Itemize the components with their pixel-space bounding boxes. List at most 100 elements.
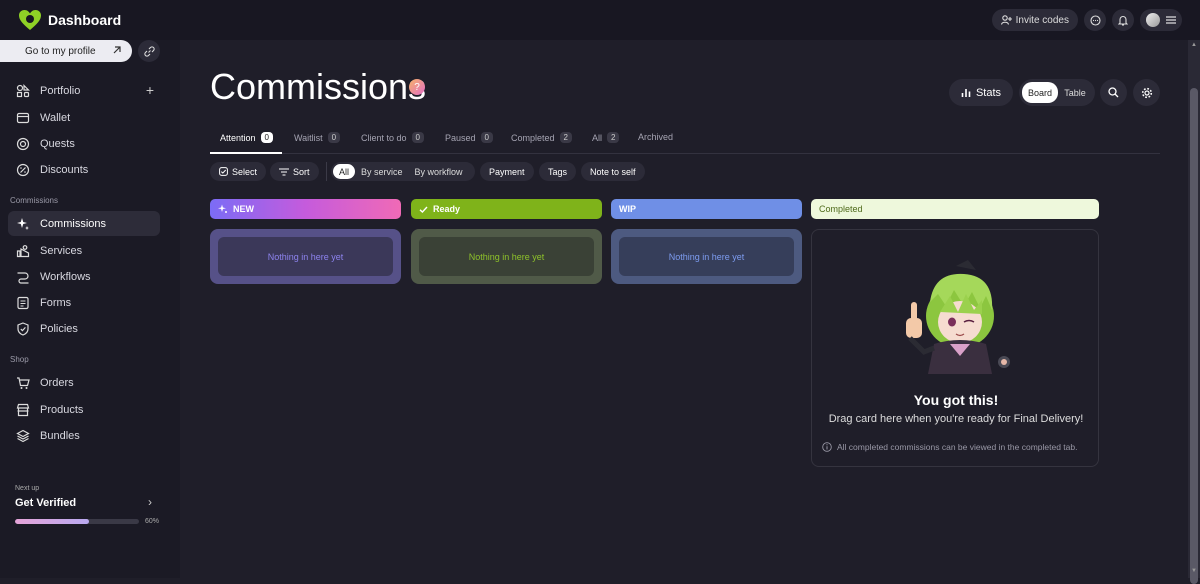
sidebar-item-label: Services <box>40 244 83 257</box>
layers-icon <box>16 429 30 443</box>
page-scrollbar[interactable] <box>1188 40 1200 584</box>
tab-count: 0 <box>411 132 424 143</box>
tab-client-to-do[interactable]: Client to do 0 <box>361 132 424 143</box>
sidebar-item-label: Portfolio <box>40 84 81 97</box>
column-title: Completed <box>819 204 863 214</box>
tab-completed[interactable]: Completed 2 <box>511 132 572 143</box>
bar-chart-icon <box>961 88 971 97</box>
go-to-profile-label: Go to my profile <box>25 45 96 57</box>
stats-button[interactable]: Stats <box>949 79 1013 106</box>
completed-drop-zone[interactable]: You got this! Drag card here when you're… <box>811 229 1099 467</box>
sidebar-item-wallet[interactable]: Wallet <box>8 105 160 130</box>
empty-state: Nothing in here yet <box>419 237 594 276</box>
messages-button[interactable] <box>1084 9 1106 31</box>
invite-codes-button[interactable]: Invite codes <box>991 9 1078 31</box>
notifications-button[interactable] <box>1112 9 1134 31</box>
sidebar-item-label: Products <box>40 403 84 416</box>
sidebar-item-products[interactable]: Products <box>8 397 160 422</box>
scrollbar-thumb[interactable] <box>1190 88 1198 584</box>
section-label-commissions: Commissions <box>10 196 59 205</box>
group-by-workflow-option[interactable]: By workflow <box>409 164 469 179</box>
wallet-icon <box>16 112 30 124</box>
invite-codes-label: Invite codes <box>1015 14 1069 26</box>
form-icon <box>17 296 29 310</box>
sidebar-item-bundles[interactable]: Bundles <box>8 423 160 448</box>
board-view-button[interactable]: Board <box>1022 82 1058 103</box>
logo[interactable]: Dashboard <box>18 9 121 31</box>
note-to-self-filter-button[interactable]: Note to self <box>581 162 645 181</box>
table-view-button[interactable]: Table <box>1058 82 1092 103</box>
sidebar-item-discounts[interactable]: Discounts <box>8 157 160 182</box>
column-ready-body: Nothing in here yet <box>411 229 602 284</box>
chevron-right-icon[interactable]: › <box>148 495 152 509</box>
sidebar-item-portfolio[interactable]: Portfolio + <box>8 78 160 103</box>
sidebar-item-forms[interactable]: Forms <box>8 290 160 315</box>
scroll-up-icon[interactable]: ▲ <box>1191 42 1197 48</box>
progress-label: 60% <box>145 518 160 525</box>
shield-icon <box>17 322 29 336</box>
column-header-new[interactable]: NEW <box>210 199 401 219</box>
column-header-ready[interactable]: Ready <box>411 199 602 219</box>
sidebar-item-label: Bundles <box>40 429 80 442</box>
column-wip-body: Nothing in here yet <box>611 229 802 284</box>
tab-label: Paused <box>445 132 476 143</box>
empty-state: Nothing in here yet <box>218 237 393 276</box>
cart-icon <box>17 377 30 389</box>
tab-attention[interactable]: Attention 0 <box>220 132 273 143</box>
search-button[interactable] <box>1100 79 1127 106</box>
copy-link-button[interactable] <box>138 40 160 62</box>
tab-count: 2 <box>607 132 620 143</box>
select-button[interactable]: Select <box>210 162 267 181</box>
page-title: Commissions <box>210 66 427 107</box>
payment-filter-button[interactable]: Payment <box>480 162 534 181</box>
sidebar-item-label: Workflows <box>40 270 91 283</box>
completed-panel-title: You got this! <box>913 392 999 408</box>
add-portfolio-icon[interactable]: + <box>146 82 154 98</box>
link-icon <box>143 45 155 57</box>
sidebar-item-policies[interactable]: Policies <box>8 316 160 341</box>
sidebar-item-label: Quests <box>40 137 75 150</box>
go-to-profile-button[interactable]: Go to my profile <box>0 40 132 62</box>
tab-paused[interactable]: Paused 0 <box>445 132 493 143</box>
sort-button[interactable]: Sort <box>270 162 319 181</box>
account-menu-button[interactable] <box>1140 9 1182 31</box>
group-by-service-option[interactable]: By service <box>355 164 409 179</box>
checkbox-icon <box>219 167 228 176</box>
section-label-shop: Shop <box>10 355 29 364</box>
sidebar-item-quests[interactable]: Quests <box>8 131 160 156</box>
filter-divider <box>326 162 327 181</box>
sidebar-item-workflows[interactable]: Workflows <box>8 264 160 289</box>
next-up-label: Next up <box>15 485 40 492</box>
search-icon <box>1108 87 1119 98</box>
tab-archived[interactable]: Archived <box>638 132 673 142</box>
stats-label: Stats <box>975 86 1002 99</box>
sidebar-item-label: Discounts <box>40 163 89 176</box>
select-label: Select <box>232 166 258 177</box>
column-header-wip[interactable]: WIP <box>611 199 802 219</box>
tags-filter-button[interactable]: Tags <box>539 162 577 181</box>
tab-count: 0 <box>327 132 341 143</box>
column-title: Ready <box>433 204 461 214</box>
help-icon[interactable]: ? <box>409 79 425 95</box>
tab-label: Waitlist <box>294 132 323 143</box>
verification-progress-bar <box>15 519 139 524</box>
column-header-completed[interactable]: Completed <box>811 199 1099 219</box>
tab-waitlist[interactable]: Waitlist 0 <box>294 132 341 143</box>
add-user-icon <box>1000 15 1012 25</box>
view-toggle: Board Table <box>1019 79 1095 106</box>
sidebar-item-commissions[interactable]: Commissions <box>8 211 160 236</box>
active-tab-underline <box>210 152 282 154</box>
completed-panel-note: All completed commissions can be viewed … <box>822 442 1092 452</box>
tab-all[interactable]: All 2 <box>592 132 620 143</box>
get-verified-link[interactable]: Get Verified <box>15 497 76 509</box>
group-all-option[interactable]: All <box>333 164 356 179</box>
sidebar-item-services[interactable]: Services <box>8 238 160 263</box>
scroll-down-icon[interactable]: ▼ <box>1191 568 1197 574</box>
app-title: Dashboard <box>48 12 122 28</box>
sidebar-item-orders[interactable]: Orders <box>8 370 160 395</box>
sparkle-icon <box>17 218 29 230</box>
info-icon <box>822 442 832 452</box>
completed-note-text: All completed commissions can be viewed … <box>837 442 1078 452</box>
gear-icon <box>1141 87 1152 98</box>
settings-button[interactable] <box>1133 79 1160 106</box>
